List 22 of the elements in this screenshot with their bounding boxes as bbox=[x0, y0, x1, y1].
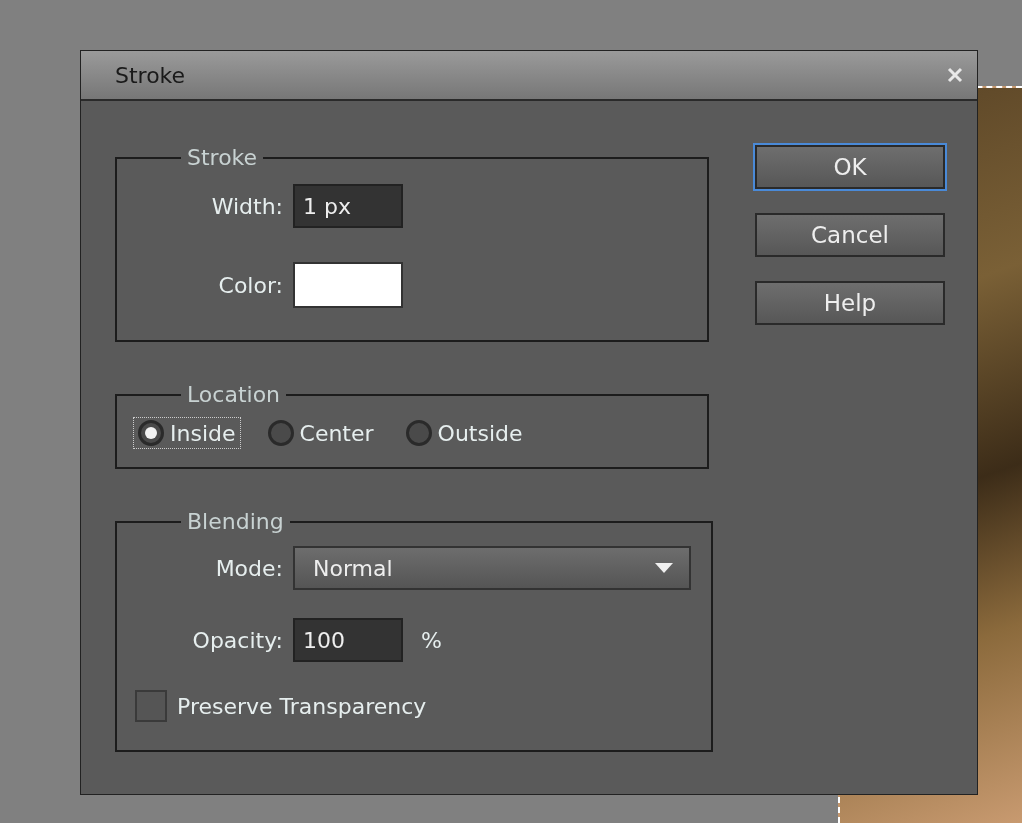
unit-label: % bbox=[421, 627, 442, 653]
field-label: Mode: bbox=[214, 555, 283, 581]
field-label: Width: bbox=[210, 193, 283, 219]
input-field[interactable]: 1 px bbox=[293, 184, 403, 228]
group-title: Location bbox=[186, 382, 282, 407]
caret-icon bbox=[655, 563, 673, 573]
radio-option[interactable]: Inside bbox=[133, 417, 241, 449]
close-icon[interactable] bbox=[947, 67, 963, 83]
field-label: Color: bbox=[217, 272, 283, 298]
dialog-button[interactable]: OK bbox=[755, 145, 945, 189]
color-swatch[interactable] bbox=[293, 262, 403, 308]
input-field[interactable]: 100 bbox=[293, 618, 403, 662]
field-label: Opacity: bbox=[191, 627, 283, 653]
mode-dropdown[interactable]: Normal bbox=[293, 546, 691, 590]
checkbox[interactable]: Preserve Transparency bbox=[135, 690, 691, 722]
group-title: Stroke bbox=[186, 145, 259, 170]
window-title: Stroke bbox=[115, 62, 186, 88]
dialog-button[interactable]: Help bbox=[755, 281, 945, 325]
radio-option[interactable]: Center bbox=[262, 417, 379, 449]
dialog-button[interactable]: Cancel bbox=[755, 213, 945, 257]
radio-option[interactable]: Outside bbox=[400, 417, 528, 449]
group-title: Blending bbox=[186, 509, 285, 534]
